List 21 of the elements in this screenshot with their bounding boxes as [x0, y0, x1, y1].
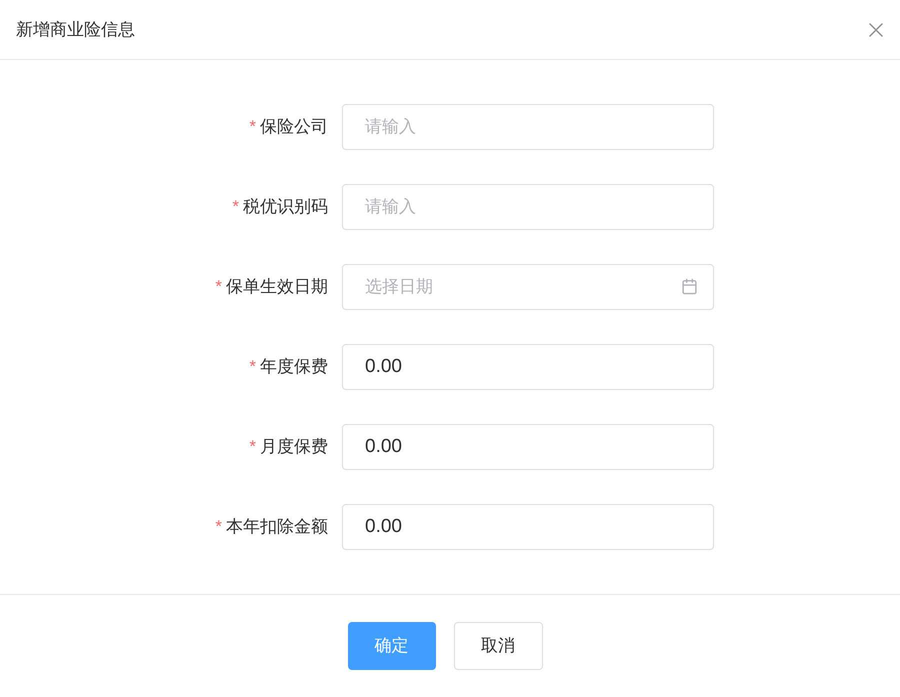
required-mark: * — [215, 516, 222, 538]
cancel-button[interactable]: 取消 — [454, 622, 542, 670]
required-mark: * — [249, 436, 256, 458]
calendar-icon — [681, 278, 698, 295]
field-label: 税优识别码 — [243, 196, 328, 218]
field-label: 保险公司 — [260, 116, 328, 138]
input-field[interactable]: 请输入 — [342, 104, 714, 150]
field-label: 月度保费 — [260, 436, 328, 458]
required-mark: * — [232, 196, 239, 218]
field-label: 保单生效日期 — [226, 276, 328, 298]
date-field[interactable]: 选择日期 — [342, 264, 714, 310]
dialog-title: 新增商业险信息 — [16, 18, 135, 41]
required-mark: * — [249, 356, 256, 378]
input-field[interactable]: 0.00 — [342, 344, 714, 390]
input-field[interactable]: 0.00 — [342, 424, 714, 470]
input-field[interactable]: 请输入 — [342, 184, 714, 230]
required-mark: * — [249, 116, 256, 138]
field-label: 年度保费 — [260, 356, 328, 378]
required-mark: * — [215, 276, 222, 298]
input-field[interactable]: 0.00 — [342, 504, 714, 550]
field-label: 本年扣除金额 — [226, 516, 328, 538]
